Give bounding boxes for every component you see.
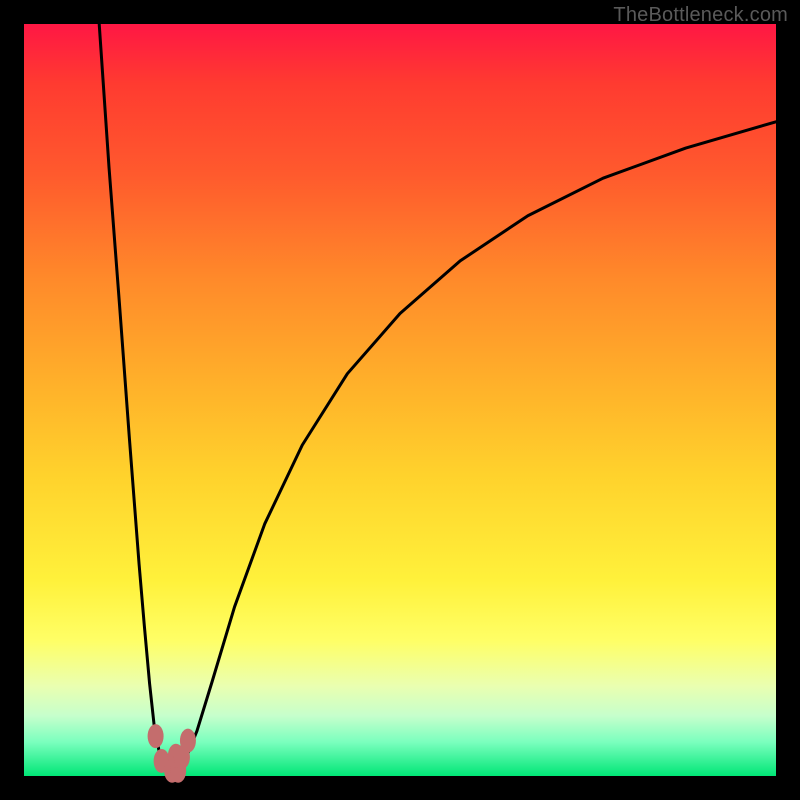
curve-group: [99, 24, 776, 773]
valley-marker-group: [148, 724, 196, 783]
curve-layer: [24, 24, 776, 776]
plot-area: [24, 24, 776, 776]
bottleneck-curve-right_branch: [174, 122, 776, 773]
valley-marker: [180, 729, 196, 753]
valley-marker: [148, 724, 164, 748]
bottleneck-curve-left_branch: [99, 24, 169, 773]
chart-frame: TheBottleneck.com: [0, 0, 800, 800]
